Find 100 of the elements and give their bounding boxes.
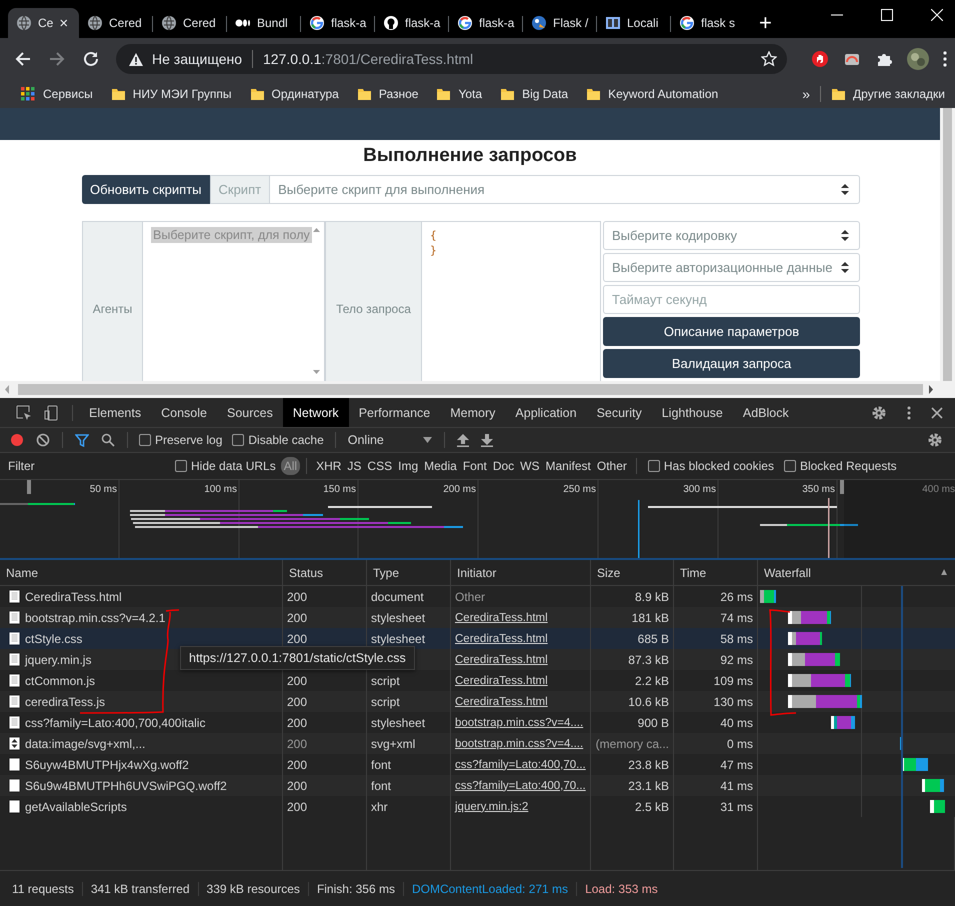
panel-tab[interactable]: Console (151, 398, 217, 427)
settings-icon[interactable] (871, 404, 887, 420)
panel-tab[interactable]: Network (282, 398, 349, 427)
upload-icon[interactable] (456, 434, 469, 446)
new-tab-button[interactable]: + (759, 12, 772, 34)
more-bookmarks-button[interactable]: » (794, 86, 818, 102)
panel-tab[interactable]: AdBlock (732, 398, 799, 427)
type-filter[interactable]: Media (421, 457, 460, 475)
initiator[interactable]: CerediraTess.html (455, 612, 548, 624)
browser-tab[interactable]: flask-a (375, 8, 449, 38)
panel-tab[interactable]: Elements (79, 398, 152, 427)
forward-icon[interactable] (48, 50, 66, 68)
checkbox[interactable] (648, 460, 660, 472)
request-body-field[interactable]: { } (422, 221, 601, 381)
browser-tab[interactable]: Bundl (227, 8, 301, 38)
reload-icon[interactable] (82, 50, 100, 68)
maximize-icon[interactable] (881, 9, 893, 21)
panel-tab[interactable]: Security (586, 398, 652, 427)
avatar-icon[interactable] (907, 48, 929, 70)
panel-tab[interactable]: Lighthouse (652, 398, 733, 427)
column-header[interactable]: Name (0, 560, 283, 585)
close-icon[interactable]: × (59, 14, 68, 32)
type-filter[interactable]: Img (395, 457, 422, 475)
initiator[interactable]: jquery.min.js:2 (455, 800, 528, 812)
search-icon[interactable] (101, 433, 115, 447)
column-header[interactable]: Type (367, 560, 451, 585)
type-filter[interactable]: WS (517, 457, 543, 475)
browser-tab[interactable]: Cered (79, 8, 153, 38)
request-row[interactable]: data:image/svg+xml,... 200 svg+xml bootstrap.min.css?v=4.... (memory ca... 0 ms (0, 733, 955, 754)
device-icon[interactable] (44, 404, 60, 420)
bookmark[interactable]: Сервисы (12, 86, 103, 102)
browser-tab[interactable]: Locali (597, 8, 671, 38)
bookmark[interactable]: Keyword Automation (578, 86, 728, 102)
type-filter[interactable]: Font (460, 457, 490, 475)
timeout-field[interactable]: Таймаут секунд (603, 285, 860, 314)
filter-icon[interactable] (75, 433, 89, 447)
bookmark[interactable]: НИУ МЭИ Группы (102, 86, 242, 102)
initiator[interactable]: bootstrap.min.css?v=4.... (455, 716, 584, 728)
vertical-scrollbar[interactable] (940, 108, 955, 381)
download-icon[interactable] (480, 434, 493, 446)
settings-icon[interactable] (927, 432, 943, 448)
request-row[interactable]: S6u9w4BMUTPHh6UVSwiPGQ.woff2 200 font css?family=Lato:400,70... 23.1 kB 41 ms (0, 775, 955, 796)
type-filter[interactable]: Other (594, 457, 630, 475)
refresh-scripts-button[interactable]: Обновить скрипты (82, 175, 210, 204)
type-filter[interactable]: CSS (364, 457, 396, 475)
bookmark[interactable]: Другие закладки (823, 86, 955, 102)
browser-tab[interactable]: flask-a (449, 8, 523, 38)
panel-tab[interactable]: Application (505, 398, 587, 427)
column-header[interactable]: Initiator (451, 560, 591, 585)
browser-tab[interactable]: flask-a (301, 8, 375, 38)
back-icon[interactable] (14, 50, 32, 68)
bookmark[interactable]: Yota (428, 86, 492, 102)
bookmark[interactable]: Разное (348, 86, 428, 102)
initiator[interactable]: CerediraTess.html (455, 654, 548, 666)
panel-tab[interactable]: Memory (440, 398, 506, 427)
column-header[interactable]: Time (674, 560, 758, 585)
column-header[interactable]: Waterfall ▲ (758, 560, 955, 585)
menu-icon[interactable] (943, 51, 947, 67)
column-header[interactable]: Size (591, 560, 674, 585)
bookmark[interactable]: Big Data (492, 86, 578, 102)
initiator[interactable]: CerediraTess.html (455, 674, 548, 686)
column-header[interactable]: Status (283, 560, 367, 585)
close-icon[interactable] (931, 406, 943, 418)
star-icon[interactable] (761, 51, 777, 67)
request-row[interactable]: bootstrap.min.css?v=4.2.1 200 stylesheet CerediraTess.html 181 kB 74 ms (0, 607, 955, 628)
horizontal-scrollbar[interactable] (0, 381, 955, 398)
initiator[interactable]: CerediraTess.html (455, 632, 548, 644)
checkbox[interactable] (232, 434, 244, 446)
browser-tab[interactable]: Ce × (8, 8, 79, 38)
inspect-icon[interactable] (16, 404, 32, 420)
script-select[interactable]: Выберите скрипт для выполнения (270, 175, 860, 204)
initiator[interactable]: bootstrap.min.css?v=4.... (455, 738, 584, 750)
initiator[interactable]: CerediraTess.html (455, 696, 548, 708)
sort-indicator[interactable]: ▲ (939, 567, 949, 578)
type-filter[interactable]: Manifest (542, 457, 594, 475)
browser-tab[interactable]: Cered (153, 8, 227, 38)
action-button[interactable]: Описание параметров (603, 317, 860, 346)
browser-tab[interactable]: Flask / (523, 8, 597, 38)
more-icon[interactable] (907, 406, 911, 420)
type-filter[interactable]: Doc (490, 457, 518, 475)
checkbox[interactable] (139, 434, 151, 446)
action-button[interactable]: Валидация запроса (603, 349, 860, 378)
record-icon[interactable] (10, 433, 24, 447)
initiator[interactable]: css?family=Lato:400,70... (455, 758, 586, 770)
panel-tab[interactable]: Sources (216, 398, 283, 427)
request-row[interactable]: ctStyle.css 200 stylesheet CerediraTess.html 685 B 58 ms (0, 628, 955, 649)
type-filter[interactable]: JS (344, 457, 364, 475)
auth-select[interactable]: Выберите авторизационные данные (603, 253, 860, 282)
clear-icon[interactable] (36, 433, 50, 447)
checkbox[interactable] (784, 460, 796, 472)
address-bar[interactable]: Не защищено 127.0.0.1:7801/CerediraTess.html (116, 44, 787, 74)
browser-tab[interactable]: flask s (671, 8, 745, 38)
checkbox[interactable] (175, 460, 187, 472)
panel-tab[interactable]: Performance (348, 398, 440, 427)
bookmark[interactable]: Ординатура (242, 86, 349, 102)
initiator[interactable]: css?family=Lato:400,70... (455, 780, 586, 792)
request-row[interactable]: cerediraTess.js 200 script CerediraTess.html 10.6 kB 130 ms (0, 691, 955, 712)
encoding-select[interactable]: Выберите кодировку (603, 221, 860, 250)
throttling-select[interactable]: Online (348, 433, 432, 447)
type-filter[interactable]: XHR (313, 457, 344, 475)
